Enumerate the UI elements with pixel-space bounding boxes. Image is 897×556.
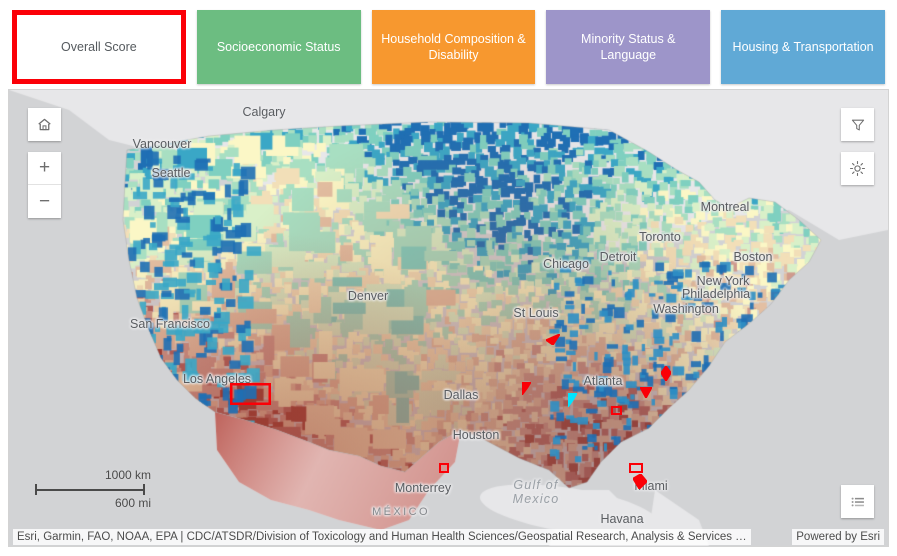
tab-socioeconomic-status[interactable]: Socioeconomic Status	[196, 10, 361, 84]
powered-by-prefix: Powered by	[796, 530, 861, 543]
attribution-powered-by: Powered by Esri	[792, 528, 884, 545]
zoom-out-button[interactable]: −	[28, 185, 61, 218]
scale-metric-label: 1000 km	[104, 468, 151, 482]
tab-label: Housing & Transportation	[732, 40, 874, 54]
tab-label: Overall Score	[61, 40, 137, 54]
scale-rule	[35, 484, 153, 495]
tab-label: Minority Status & Language	[581, 32, 676, 62]
map-panel[interactable]: Calgary Vancouver Seattle Montreal Toronto De…	[8, 89, 889, 547]
attribution-sources[interactable]: Esri, Garmin, FAO, NOAA, EPA | CDC/ATSDR…	[13, 528, 751, 545]
basemap-brightness-button[interactable]	[841, 152, 874, 185]
filter-button[interactable]	[841, 108, 874, 141]
zoom-out-label: −	[38, 190, 51, 212]
scale-tick-right	[143, 484, 145, 495]
scale-imperial-label: 600 mi	[114, 496, 151, 510]
tab-label: Household Composition & Disability	[381, 32, 526, 62]
home-icon	[38, 118, 51, 131]
tab-label: Socioeconomic Status	[216, 40, 341, 54]
esri-link[interactable]: Esri	[860, 531, 880, 543]
zoom-control: + −	[28, 152, 61, 218]
zoom-in-label: +	[38, 157, 51, 178]
scale-bar: 1000 km 600 mi	[35, 468, 153, 511]
tab-overall-score[interactable]: Overall Score	[12, 10, 186, 84]
legend-button[interactable]	[841, 485, 874, 518]
filter-icon	[851, 119, 864, 130]
tab-housing-transportation[interactable]: Housing & Transportation	[721, 10, 885, 84]
legend-list-icon	[851, 497, 864, 506]
home-button[interactable]	[28, 108, 61, 141]
theme-tab-strip: Overall Score Socioeconomic Status House…	[0, 0, 897, 88]
tab-minority-status-language[interactable]: Minority Status & Language	[546, 10, 711, 84]
tab-household-composition-disability[interactable]: Household Composition & Disability	[371, 10, 536, 84]
scale-line	[35, 489, 145, 491]
zoom-in-button[interactable]: +	[28, 152, 61, 185]
sun-icon	[849, 160, 866, 177]
